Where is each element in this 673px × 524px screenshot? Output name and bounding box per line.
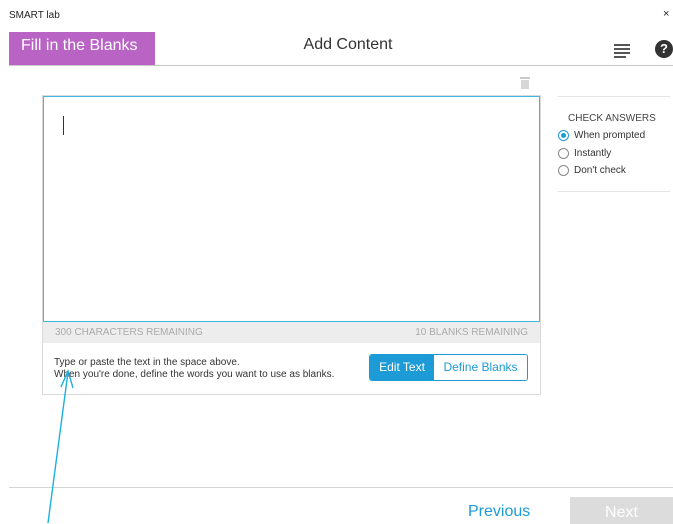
check-answers-title: CHECK ANSWERS [568,113,656,124]
page-title: Add Content [303,36,393,53]
next-button[interactable]: Next [570,497,673,524]
text-editor[interactable] [43,96,540,322]
title-bar: SMART lab × [0,0,673,32]
edit-text-button[interactable]: Edit Text [370,355,434,380]
blanks-remaining: 10 BLANKS REMAINING [415,327,528,338]
define-blanks-button[interactable]: Define Blanks [434,355,527,380]
previous-button[interactable]: Previous [468,503,530,521]
mode-toggle: Edit Text Define Blanks [369,354,528,381]
content-panel: 300 CHARACTERS REMAINING 10 BLANKS REMAI… [42,95,541,395]
instructions: Type or paste the text in the space abov… [54,357,334,381]
close-icon[interactable]: × [663,8,673,20]
characters-remaining: 300 CHARACTERS REMAINING [55,327,203,338]
menu-icon[interactable] [614,44,630,58]
side-divider-bottom [558,191,670,192]
text-caret [63,116,64,135]
header-divider [9,65,673,66]
trash-icon[interactable] [520,77,530,89]
instructions-line-2: When you're done, define the words you w… [54,369,335,380]
radio-label: Don't check [574,165,626,176]
radio-label: Instantly [574,148,612,159]
side-divider-top [558,96,670,97]
footer-divider [9,487,673,488]
app-name: SMART lab [9,10,60,21]
counts-bar: 300 CHARACTERS REMAINING 10 BLANKS REMAI… [43,322,540,343]
help-icon[interactable]: ? [655,40,673,58]
radio-label: When prompted [574,130,646,141]
instructions-line-1: Type or paste the text in the space abov… [54,357,240,368]
radio-button[interactable] [558,165,569,176]
radio-button[interactable] [558,148,569,159]
radio-button-selected[interactable] [558,130,569,141]
